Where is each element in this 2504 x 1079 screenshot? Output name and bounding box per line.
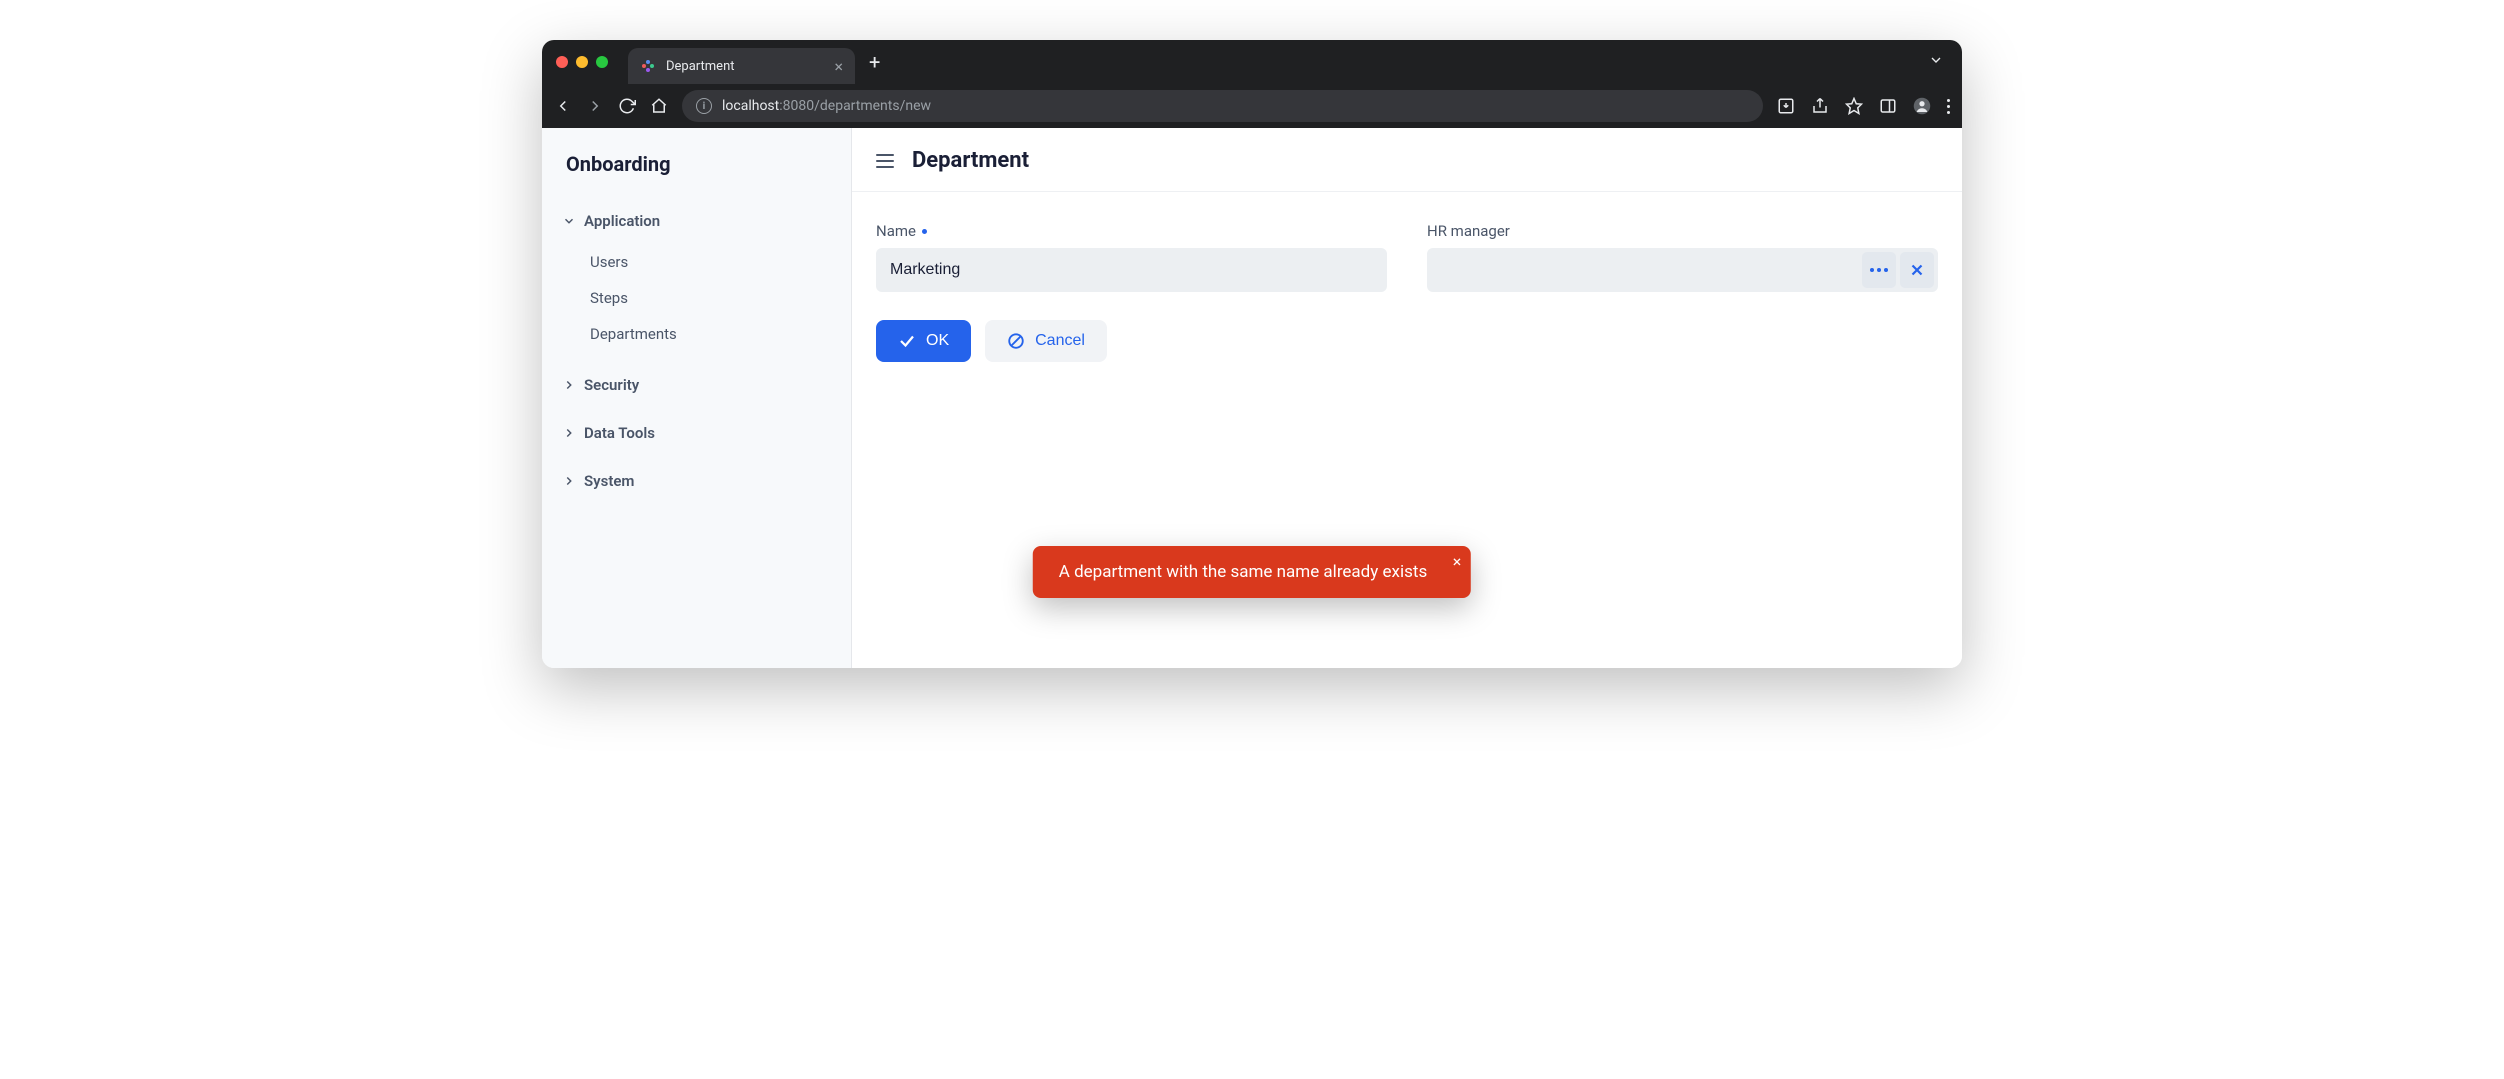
picker-clear-button[interactable]	[1900, 252, 1934, 288]
required-indicator-icon	[922, 229, 927, 234]
hamburger-menu-button[interactable]	[876, 154, 894, 168]
button-row: OK Cancel	[876, 320, 1938, 362]
install-app-icon[interactable]	[1777, 97, 1795, 115]
check-icon	[898, 332, 916, 350]
forward-button[interactable]	[586, 97, 604, 115]
nav-group-header-data-tools[interactable]: Data Tools	[560, 418, 833, 448]
window-maximize-button[interactable]	[596, 56, 608, 68]
sidebar-item-departments[interactable]: Departments	[586, 316, 833, 352]
chevron-down-icon	[562, 214, 576, 228]
profile-avatar-icon[interactable]	[1913, 97, 1931, 115]
page-title: Department	[912, 148, 1029, 173]
nav-group-label: Security	[584, 376, 639, 394]
chevron-right-icon	[562, 474, 576, 488]
url-text: localhost:8080/departments/new	[722, 98, 931, 114]
main-header: Department	[852, 128, 1962, 192]
main-panel: Department Name HR manager	[852, 128, 1962, 668]
tab-close-button[interactable]: ×	[835, 57, 844, 76]
nav-group-label: System	[584, 472, 634, 490]
form-area: Name HR manager	[852, 192, 1962, 392]
nav-group-data-tools: Data Tools	[560, 418, 833, 448]
nav-group-header-system[interactable]: System	[560, 466, 833, 496]
share-icon[interactable]	[1811, 97, 1829, 115]
browser-chrome: Department × + i	[542, 40, 1962, 128]
name-input[interactable]	[876, 248, 1387, 292]
cancel-button-label: Cancel	[1035, 332, 1085, 350]
sidebar-item-users[interactable]: Users	[586, 244, 833, 280]
ellipsis-icon	[1870, 268, 1888, 272]
reload-button[interactable]	[618, 97, 636, 115]
window-close-button[interactable]	[556, 56, 568, 68]
app-content: Onboarding Application Users Steps Depar…	[542, 128, 1962, 668]
picker-actions	[1862, 252, 1938, 288]
field-hr-manager: HR manager	[1427, 222, 1938, 292]
app-title: Onboarding	[560, 152, 833, 176]
side-panel-icon[interactable]	[1879, 97, 1897, 115]
picker-lookup-button[interactable]	[1862, 252, 1896, 288]
nav-group-application: Application Users Steps Departments	[560, 206, 833, 352]
browser-tab[interactable]: Department ×	[628, 48, 855, 84]
window-minimize-button[interactable]	[576, 56, 588, 68]
nav-group-system: System	[560, 466, 833, 496]
nav-group-label: Application	[584, 212, 660, 230]
back-button[interactable]	[554, 97, 572, 115]
label-text: HR manager	[1427, 222, 1510, 240]
error-toast: A department with the same name already …	[1033, 546, 1471, 598]
nav-group-header-security[interactable]: Security	[560, 370, 833, 400]
nav-group-header-application[interactable]: Application	[560, 206, 833, 236]
tab-bar: Department × +	[542, 40, 1962, 84]
chevron-right-icon	[562, 378, 576, 392]
browser-toolbar: i localhost:8080/departments/new	[542, 84, 1962, 128]
toast-message: A department with the same name already …	[1059, 562, 1427, 582]
bookmark-star-icon[interactable]	[1845, 97, 1863, 115]
hr-manager-picker[interactable]	[1427, 248, 1938, 292]
nav-sublist-application: Users Steps Departments	[560, 236, 833, 352]
cancel-icon	[1007, 332, 1025, 350]
window-controls	[556, 56, 608, 68]
address-bar[interactable]: i localhost:8080/departments/new	[682, 90, 1763, 122]
nav-group-label: Data Tools	[584, 424, 655, 442]
home-button[interactable]	[650, 97, 668, 115]
field-hr-manager-label: HR manager	[1427, 222, 1938, 240]
cancel-button[interactable]: Cancel	[985, 320, 1107, 362]
site-info-icon[interactable]: i	[696, 98, 712, 114]
field-name: Name	[876, 222, 1387, 292]
browser-menu-button[interactable]	[1947, 99, 1950, 114]
field-name-label: Name	[876, 222, 1387, 240]
tab-title: Department	[666, 59, 735, 74]
close-icon	[1908, 261, 1926, 279]
toast-close-button[interactable]: ×	[1453, 552, 1462, 571]
form-row: Name HR manager	[876, 222, 1938, 292]
ok-button-label: OK	[926, 332, 949, 350]
new-tab-button[interactable]: +	[869, 50, 880, 74]
toolbar-actions	[1777, 97, 1950, 115]
url-host: localhost	[722, 98, 779, 114]
label-text: Name	[876, 222, 916, 240]
browser-window: Department × + i	[542, 40, 1962, 668]
tabs-dropdown-button[interactable]	[1928, 52, 1944, 72]
sidebar-item-steps[interactable]: Steps	[586, 280, 833, 316]
nav-group-security: Security	[560, 370, 833, 400]
url-path: :8080/departments/new	[779, 98, 931, 114]
sidebar: Onboarding Application Users Steps Depar…	[542, 128, 852, 668]
tab-favicon-icon	[640, 58, 656, 74]
ok-button[interactable]: OK	[876, 320, 971, 362]
chevron-right-icon	[562, 426, 576, 440]
